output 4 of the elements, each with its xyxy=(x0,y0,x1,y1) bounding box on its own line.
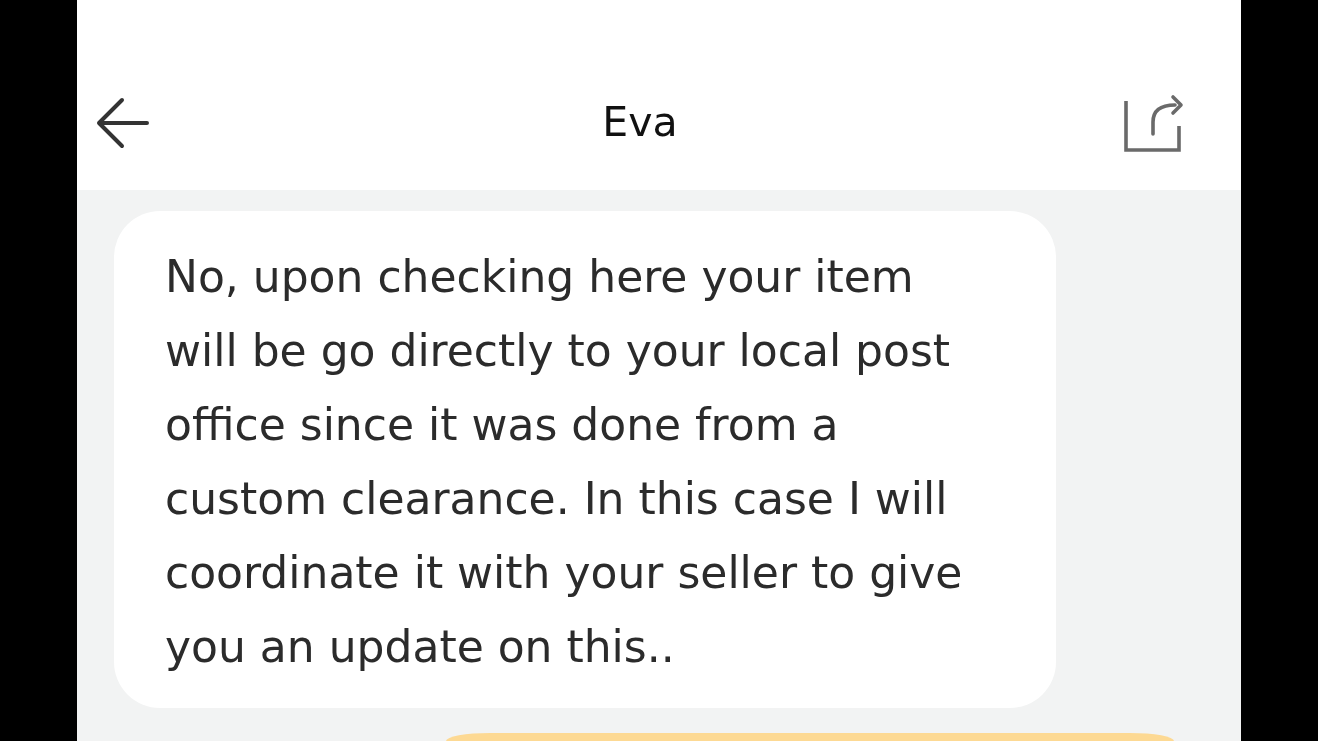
message-bubble: No, upon checking here your item will be go directly to your local post office since it was done from a custom clearance. In this case I will coordinate it with your seller to give you an update on this.. xyxy=(114,211,1056,708)
back-arrow-icon[interactable] xyxy=(95,96,149,150)
share-icon[interactable] xyxy=(1123,92,1185,154)
chat-title: Eva xyxy=(602,98,678,148)
